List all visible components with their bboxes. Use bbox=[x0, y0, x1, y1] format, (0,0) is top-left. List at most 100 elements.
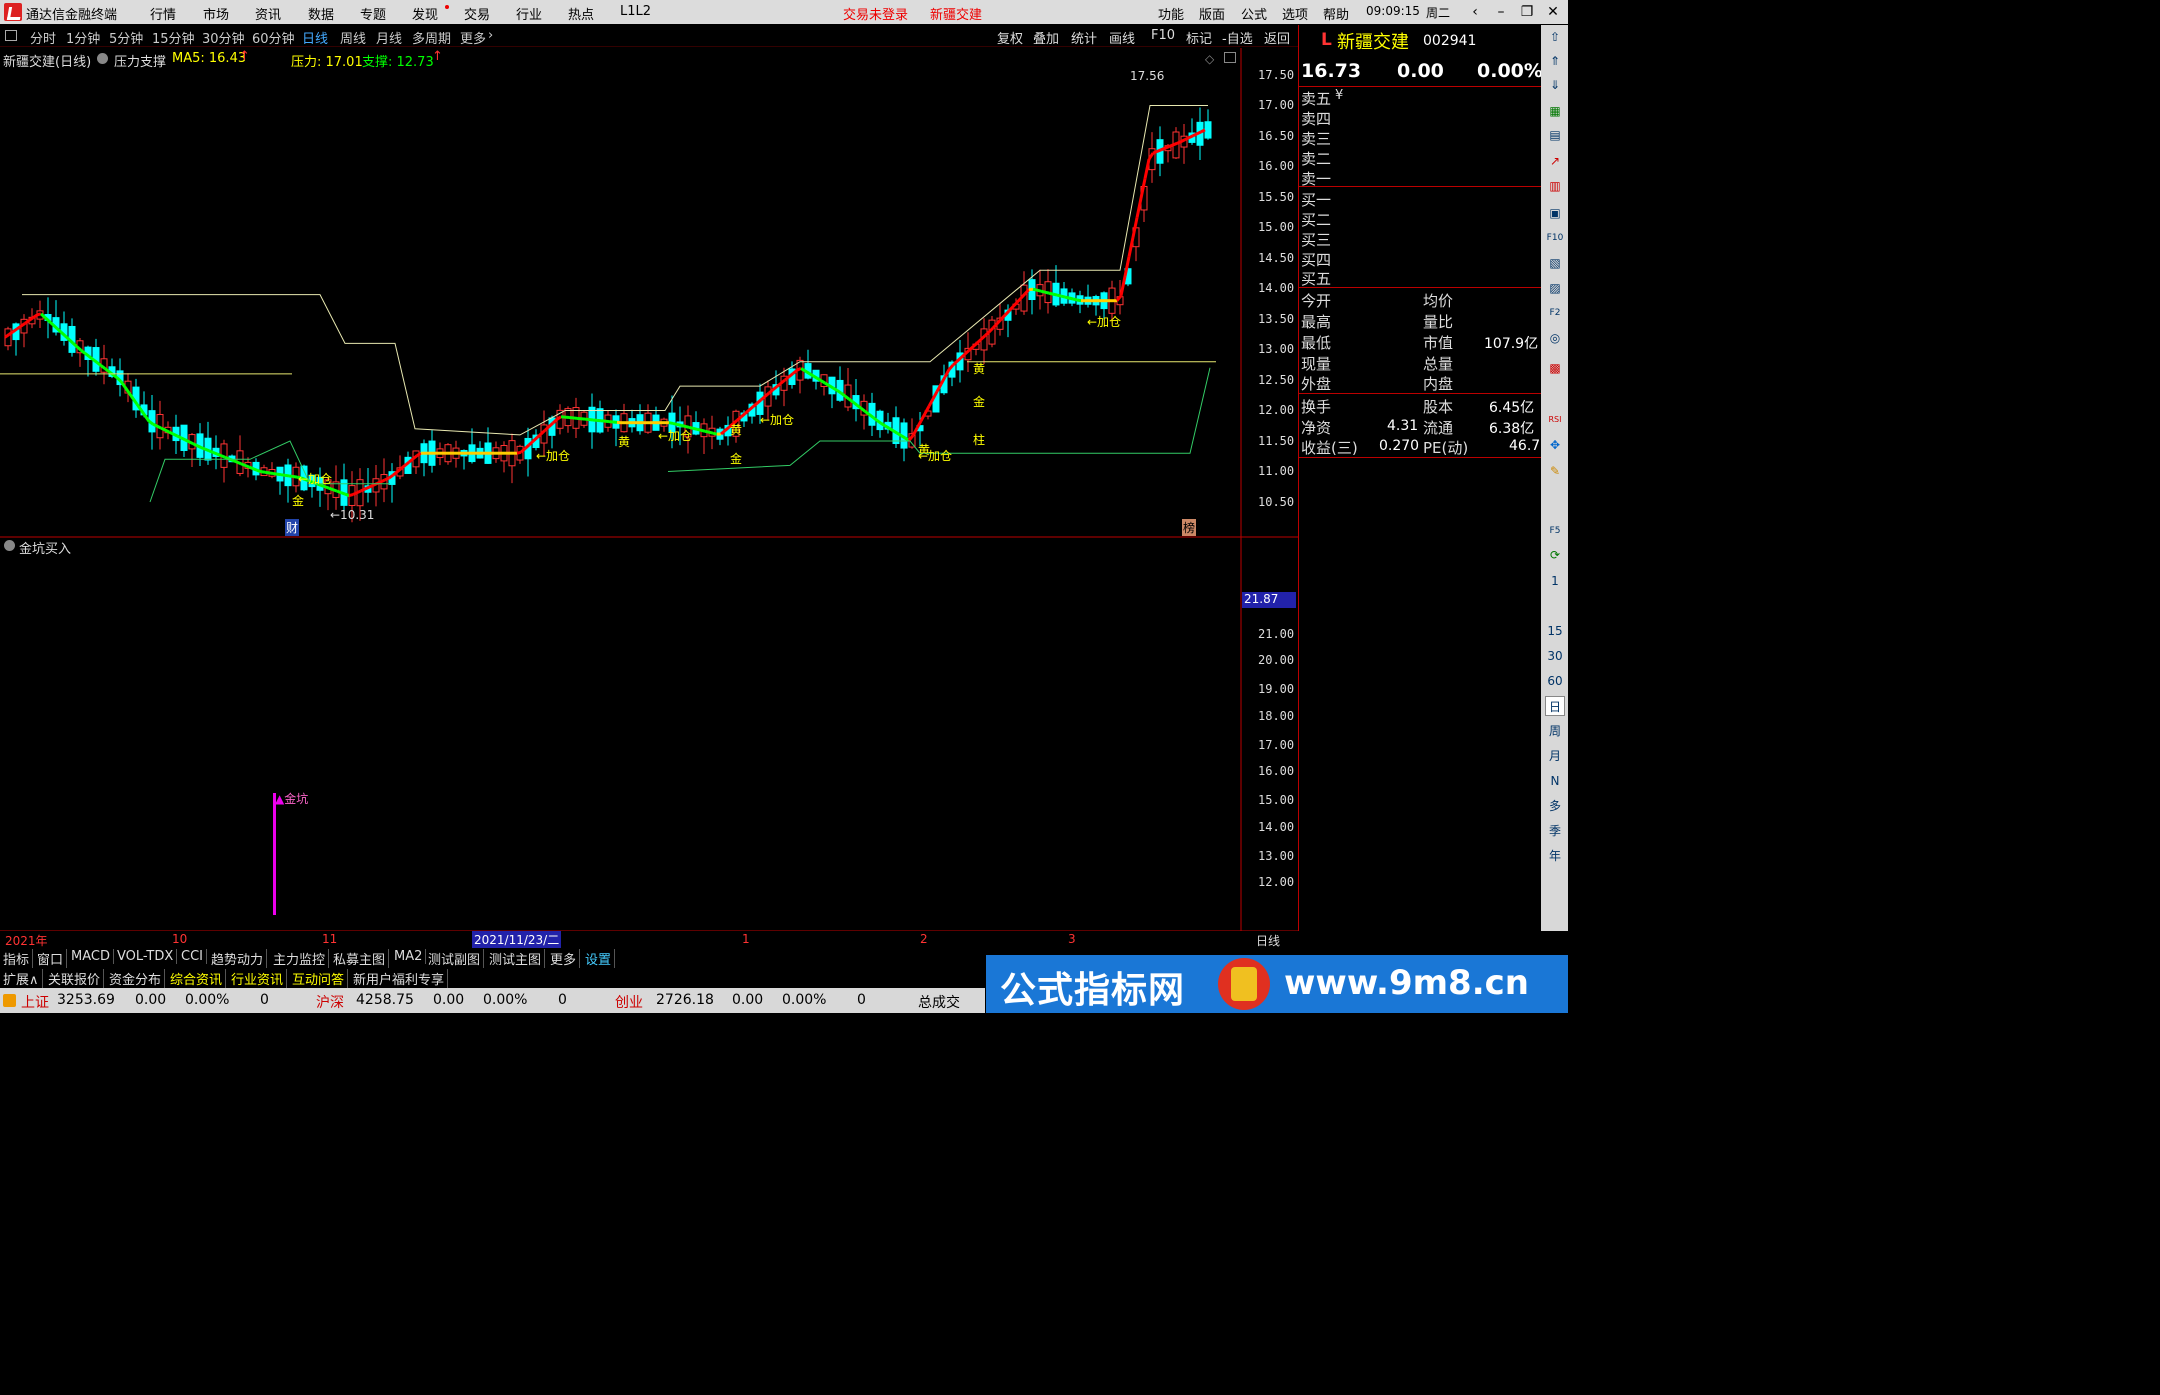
toolbar-button[interactable]: 画线 bbox=[1109, 28, 1135, 47]
indicator-name[interactable]: 压力支撑 bbox=[114, 51, 166, 70]
indicator-tab[interactable]: 更多 bbox=[547, 949, 581, 968]
event-mark[interactable]: 财 bbox=[285, 519, 300, 536]
menu-item-right[interactable]: 选项 bbox=[1282, 4, 1308, 23]
rsi-icon[interactable]: RSI bbox=[1545, 410, 1565, 430]
toolbar-button[interactable]: 统计 bbox=[1071, 28, 1097, 47]
period-shortcut[interactable]: N bbox=[1545, 771, 1565, 791]
menu-item[interactable]: 资讯 bbox=[255, 4, 281, 23]
chart-icon[interactable]: ▦ bbox=[1545, 101, 1565, 121]
pencil-icon[interactable]: ✎ bbox=[1545, 461, 1565, 481]
f2-icon[interactable]: F2 bbox=[1545, 303, 1565, 323]
info-tab[interactable]: 新用户福利专享 bbox=[350, 969, 449, 988]
table-icon[interactable]: ▤ bbox=[1545, 125, 1565, 145]
info-tab[interactable]: 综合资讯 bbox=[167, 969, 227, 988]
gauge-icon[interactable]: ◎ bbox=[1545, 328, 1565, 348]
menu-item-right[interactable]: 功能 bbox=[1158, 4, 1184, 23]
toolbar-button[interactable]: 复权 bbox=[997, 28, 1023, 47]
report-icon[interactable]: ▣ bbox=[1545, 203, 1565, 223]
period-tab[interactable]: 15分钟 bbox=[152, 28, 195, 47]
info-tab[interactable]: 资金分布 bbox=[106, 969, 166, 988]
index-name[interactable]: 上证 bbox=[21, 992, 49, 1012]
info-tab[interactable]: 互动问答 bbox=[289, 969, 349, 988]
indicator-tab[interactable]: 测试主图 bbox=[486, 949, 546, 968]
menu-item[interactable]: 发现 bbox=[412, 4, 438, 23]
list-icon[interactable]: ▨ bbox=[1545, 278, 1565, 298]
minimize-icon[interactable]: – bbox=[1488, 2, 1514, 22]
sub-chart-title[interactable]: 金坑买入 bbox=[19, 538, 71, 557]
info-tab[interactable]: 关联报价 bbox=[45, 969, 105, 988]
f5-icon[interactable]: F5 bbox=[1545, 521, 1565, 541]
expand-icon[interactable] bbox=[1224, 52, 1236, 63]
period-tab[interactable]: 周线 bbox=[340, 28, 366, 47]
toolbar-button[interactable]: 叠加 bbox=[1033, 28, 1059, 47]
period-shortcut[interactable]: 1 bbox=[1545, 571, 1565, 591]
bar-chart-icon[interactable]: ▥ bbox=[1545, 176, 1565, 196]
period-shortcut[interactable]: 多 bbox=[1545, 796, 1565, 816]
period-shortcut[interactable]: 周 bbox=[1545, 721, 1565, 741]
analysis-icon[interactable]: ▩ bbox=[1545, 358, 1565, 378]
period-shortcut[interactable]: 15 bbox=[1545, 621, 1565, 641]
arrow-up-icon[interactable]: ⇑ bbox=[1545, 51, 1565, 71]
toolbar-button[interactable]: 标记 bbox=[1186, 28, 1212, 47]
event-mark[interactable]: 榜 bbox=[1182, 519, 1197, 536]
indicator-tab[interactable]: 趋势动力 bbox=[208, 949, 268, 968]
period-tab[interactable]: 60分钟 bbox=[252, 28, 295, 47]
f10-icon[interactable]: F10 bbox=[1545, 228, 1565, 248]
period-shortcut-selected[interactable]: 日 bbox=[1545, 696, 1565, 716]
back-icon[interactable]: ‹ bbox=[1462, 2, 1488, 22]
period-tab[interactable]: 月线 bbox=[376, 28, 402, 47]
line-chart-icon[interactable]: ↗ bbox=[1545, 151, 1565, 171]
panel-toggle-icon[interactable] bbox=[5, 30, 17, 41]
menu-item[interactable]: 交易 bbox=[464, 4, 490, 23]
period-shortcut[interactable]: 月 bbox=[1545, 746, 1565, 766]
close-icon[interactable]: ✕ bbox=[1540, 2, 1566, 22]
period-tab-more[interactable]: 更多 bbox=[460, 28, 486, 47]
period-shortcut[interactable]: 30 bbox=[1545, 646, 1565, 666]
period-shortcut[interactable]: 年 bbox=[1545, 846, 1565, 866]
menu-item[interactable]: 数据 bbox=[308, 4, 334, 23]
status-icon[interactable] bbox=[3, 994, 16, 1007]
indicator-tab-settings[interactable]: 设置 bbox=[582, 949, 616, 968]
period-tab[interactable]: 30分钟 bbox=[202, 28, 245, 47]
toolbar-button[interactable]: 返回 bbox=[1264, 28, 1290, 47]
period-tab-selected[interactable]: 日线 bbox=[302, 28, 328, 47]
period-tab[interactable]: 5分钟 bbox=[109, 28, 143, 47]
indicator-settings-icon[interactable] bbox=[97, 53, 108, 64]
kline-chart[interactable] bbox=[0, 48, 1298, 931]
indicator-tab[interactable]: 指标 bbox=[0, 949, 34, 968]
diamond-icon[interactable]: ◇ bbox=[1205, 52, 1214, 66]
menu-item[interactable]: 专题 bbox=[360, 4, 386, 23]
chevron-right-icon[interactable]: › bbox=[488, 28, 493, 43]
menu-item-right[interactable]: 版面 bbox=[1199, 4, 1225, 23]
indicator-tab[interactable]: VOL-TDX bbox=[114, 949, 178, 964]
indicator-tab[interactable]: 私募主图 bbox=[330, 949, 390, 968]
menu-item-right[interactable]: 公式 bbox=[1241, 4, 1267, 23]
menu-item[interactable]: L1L2 bbox=[620, 4, 651, 19]
index-name[interactable]: 创业 bbox=[615, 992, 643, 1012]
restore-icon[interactable]: ❐ bbox=[1514, 2, 1540, 22]
move-icon[interactable]: ✥ bbox=[1545, 435, 1565, 455]
indicator-tab[interactable]: 主力监控 bbox=[270, 949, 330, 968]
grid-icon[interactable]: ▧ bbox=[1545, 253, 1565, 273]
menu-item-right[interactable]: 帮助 bbox=[1323, 4, 1349, 23]
period-shortcut[interactable]: 60 bbox=[1545, 671, 1565, 691]
period-tab[interactable]: 分时 bbox=[30, 28, 56, 47]
toolbar-button[interactable]: F10 bbox=[1151, 28, 1175, 43]
scroll-up-icon[interactable]: ⇧ bbox=[1545, 27, 1565, 47]
menu-item[interactable]: 市场 bbox=[203, 4, 229, 23]
menu-item[interactable]: 热点 bbox=[568, 4, 594, 23]
info-tab[interactable]: 扩展∧ bbox=[0, 969, 43, 988]
chart-area[interactable]: 新疆交建(日线) 压力支撑 MA5: 16.43 ↑ 压力: 17.01 支撑:… bbox=[0, 48, 1298, 948]
login-status[interactable]: 交易未登录 bbox=[843, 4, 908, 23]
indicator-tab[interactable]: CCI bbox=[178, 949, 207, 964]
arrow-down-icon[interactable]: ⇓ bbox=[1545, 75, 1565, 95]
index-name[interactable]: 沪深 bbox=[316, 992, 344, 1012]
menu-item[interactable]: 行业 bbox=[516, 4, 542, 23]
toolbar-button[interactable]: -自选 bbox=[1222, 28, 1253, 47]
indicator-tab[interactable]: MA2 bbox=[391, 949, 427, 964]
refresh-icon[interactable]: ⟳ bbox=[1545, 545, 1565, 565]
info-tab[interactable]: 行业资讯 bbox=[228, 969, 288, 988]
period-tab[interactable]: 多周期 bbox=[412, 28, 451, 47]
period-tab[interactable]: 1分钟 bbox=[66, 28, 100, 47]
indicator-tab[interactable]: 窗口 bbox=[34, 949, 68, 968]
